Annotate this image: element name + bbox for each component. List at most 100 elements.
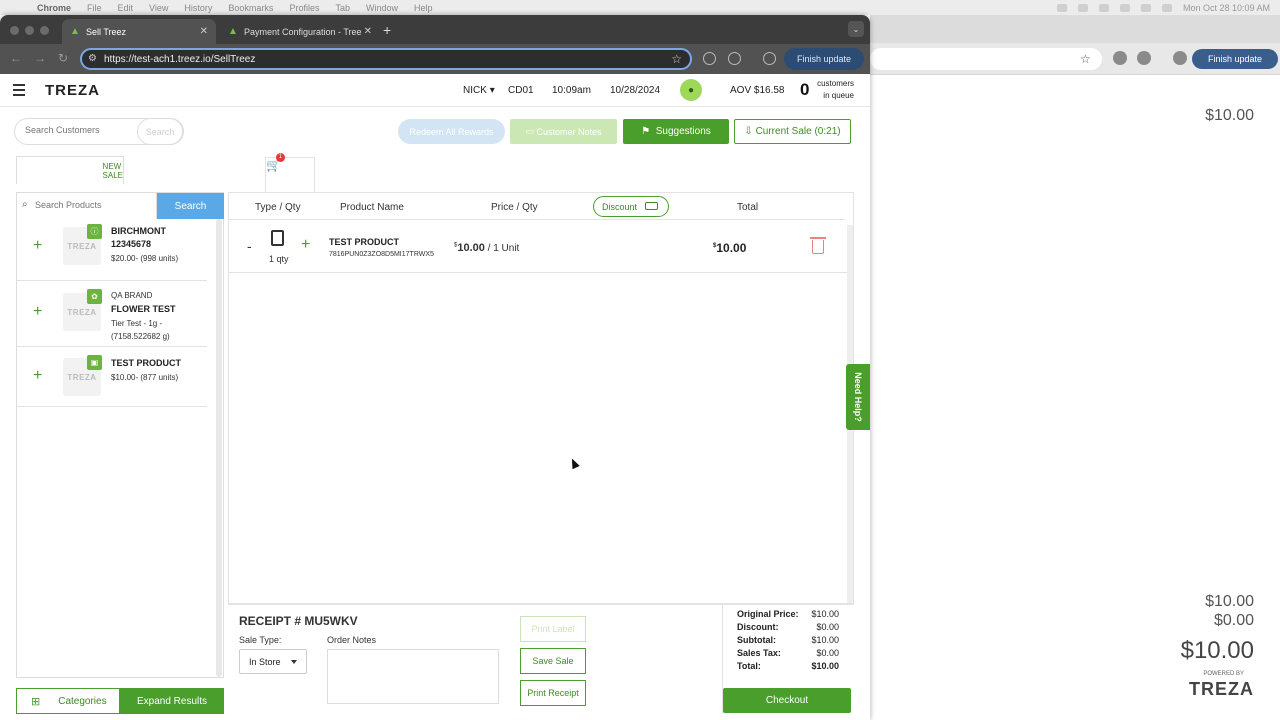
display-discount: $0.00 [1213,612,1254,629]
extension-icon[interactable] [703,52,716,65]
header-time: 10:09am [552,85,591,96]
menu-app[interactable]: Chrome [37,3,71,13]
queue-label: customers in queue [816,78,854,102]
add-product-icon[interactable]: + [33,367,42,385]
product-list-scrollbar[interactable] [216,219,222,677]
package-icon: ▣ [87,355,102,370]
wifi-icon[interactable] [1140,3,1151,12]
menu-view[interactable]: View [149,3,168,13]
search-products-button[interactable]: Search [157,193,224,219]
user-avatar-icon[interactable]: ● [680,79,702,101]
redeem-rewards-button[interactable]: Redeem All Rewards [398,119,505,144]
tab-search-icon[interactable]: ⌄ [848,21,864,37]
current-sale-button[interactable]: ⇩ Current Sale (0:21) [734,119,851,144]
close-tab-icon[interactable]: ✕ [200,26,208,37]
bookmark-star-icon[interactable]: ☆ [671,52,682,66]
trash-icon[interactable] [810,237,826,254]
close-tab-icon[interactable]: ✕ [364,26,372,37]
tab-bar: ▲ Sell Treez ✕ ▲ Payment Configuration -… [0,15,870,44]
decrease-qty-button[interactable]: - [247,238,252,254]
status-icon[interactable] [1056,3,1067,12]
print-receipt-button[interactable]: Print Receipt [520,680,586,706]
puzzle-icon[interactable] [728,52,741,65]
notes-icon: ▭ [525,126,537,136]
categories-button[interactable]: ⊞ Categories [16,688,120,714]
menu-profiles[interactable]: Profiles [289,3,319,13]
header-date: 10/28/2024 [610,85,661,96]
cart-product-name: TEST PRODUCT [329,237,400,247]
status-icon[interactable] [1098,3,1109,12]
search-customers-button[interactable]: Search [137,118,183,145]
profile-icon[interactable] [1173,51,1187,65]
menu-edit[interactable]: Edit [118,3,134,13]
bookmark-icon: ⚑ [641,126,656,137]
tab-payment-configuration[interactable]: ▲ Payment Configuration - Tree ✕ [220,19,380,44]
powered-by-label: POWERED BY [1203,671,1244,677]
summary-label: Discount: [737,622,779,632]
profile-icon[interactable] [763,52,776,65]
add-product-icon[interactable]: + [33,237,42,255]
menu-file[interactable]: File [87,3,102,13]
extension-icon[interactable] [1113,51,1127,65]
discount-label: Discount [602,201,638,212]
discount-button[interactable]: Discount [593,196,669,217]
print-label-button[interactable]: Print Label [520,616,586,642]
qty-value: 1 qty [269,254,289,264]
bg-address-bar[interactable] [870,48,1102,70]
hamburger-menu-icon[interactable] [13,84,25,99]
treez-logo[interactable]: TREZA [45,82,100,99]
product-item[interactable]: + TREZA ⓘ BIRCHMONT 12345678 $20.00- (99… [17,219,207,281]
zoom-window-button[interactable] [40,26,49,35]
receipt-number: RECEIPT # MU5WKV [239,614,358,628]
search-products-input[interactable] [35,200,153,210]
menu-history[interactable]: History [184,3,212,13]
leaf-icon: ✿ [87,289,102,304]
search-customers-input[interactable] [25,125,135,135]
site-settings-icon[interactable]: ⚙ [88,53,97,64]
discount-tag-icon [645,202,658,210]
cart-count-badge: 1 [276,152,285,162]
order-notes-input[interactable] [327,649,499,704]
add-product-icon[interactable]: + [33,303,42,321]
suggestions-button[interactable]: ⚑ Suggestions [623,119,729,144]
product-name: TEST PRODUCT [111,358,182,368]
status-icon[interactable] [1077,3,1088,12]
total-amount: 10.00 [716,241,747,255]
chevron-down-icon [291,660,297,664]
new-tab-icon[interactable]: + [383,22,391,38]
reload-icon[interactable]: ↻ [58,51,68,65]
product-meta: Tier Test - 1g - (7158.522682 g) [111,319,170,341]
treez-favicon-icon: ▲ [70,25,80,37]
finish-update-button[interactable]: Finish update [784,48,864,70]
checkout-button[interactable]: Checkout [723,688,851,713]
save-sale-button[interactable]: Save Sale [520,648,586,674]
package-icon [271,230,284,246]
sale-type-select[interactable]: In Store [239,649,307,674]
close-window-button[interactable] [10,26,19,35]
product-item[interactable]: + TREZA ▣ TEST PRODUCT $10.00- (877 unit… [17,347,207,407]
spotlight-icon[interactable] [1161,3,1172,12]
menu-window[interactable]: Window [366,3,398,13]
menu-tab[interactable]: Tab [335,3,350,13]
status-icon[interactable] [1119,3,1130,12]
user-dropdown[interactable]: NICK ▾ [463,85,495,96]
bookmark-star-icon[interactable]: ☆ [1080,52,1091,66]
increase-qty-button[interactable]: + [301,236,310,254]
back-icon[interactable]: ← [10,51,22,65]
address-bar[interactable]: ⚙ https://test-ach1.treez.io/SellTreez ☆ [80,48,692,70]
tab-sell-treez[interactable]: ▲ Sell Treez ✕ [62,19,216,44]
forward-icon[interactable]: → [34,51,46,65]
queue-label-line2: in queue [823,91,854,100]
price-unit: / 1 Unit [484,243,520,254]
bg-finish-update-button[interactable]: Finish update [1192,49,1278,69]
customer-notes-button[interactable]: ▭ Customer Notes [510,119,617,144]
tab-new-sale[interactable]: 🛒 1 NEW SALE [16,152,315,569]
puzzle-icon[interactable] [1137,51,1151,65]
menubar-clock[interactable]: Mon Oct 28 10:09 AM [1183,3,1270,13]
product-item[interactable]: + TREZA ✿ QA BRAND FLOWER TEST Tier Test… [17,281,207,347]
menu-bookmarks[interactable]: Bookmarks [228,3,273,13]
expand-results-button[interactable]: Expand Results [120,688,224,714]
minimize-window-button[interactable] [25,26,34,35]
menu-help[interactable]: Help [414,3,433,13]
need-help-button[interactable]: Need Help? [846,364,870,430]
